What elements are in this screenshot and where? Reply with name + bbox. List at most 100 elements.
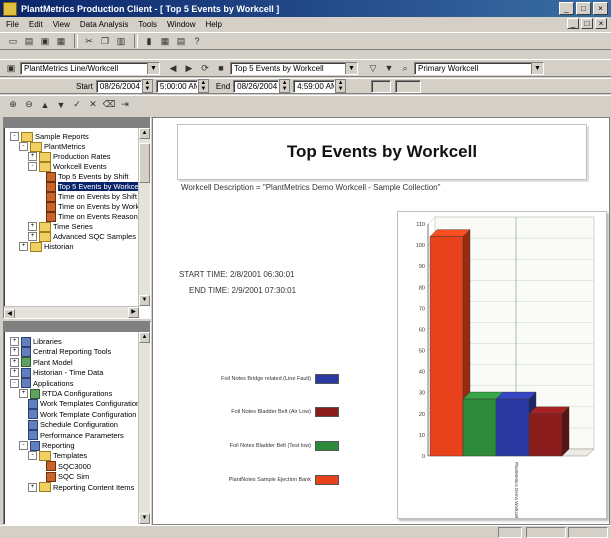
new-icon[interactable]: ▭	[6, 35, 20, 48]
copy-icon[interactable]: ❐	[98, 35, 112, 48]
expand-icon[interactable]: +	[28, 152, 37, 161]
run-icon[interactable]: ■	[214, 62, 228, 75]
start-date-field[interactable]: 08/26/2004	[95, 79, 142, 93]
close-report-icon[interactable]: ✕	[86, 98, 100, 111]
menu-edit[interactable]: Edit	[29, 20, 43, 29]
tree-node[interactable]: + Central Reporting Tools	[10, 346, 111, 357]
menu-help[interactable]: Help	[206, 20, 222, 29]
tree-node[interactable]: + Production Rates	[28, 151, 111, 162]
interval-unit-field[interactable]	[395, 79, 422, 93]
expand-icon[interactable]: +	[28, 232, 37, 241]
workcell-combo[interactable]: PlantMetrics Line/Workcell ▼	[20, 61, 160, 75]
tree-node[interactable]: + Historian - Time Data	[10, 367, 103, 378]
tree-node[interactable]: SQC Sim	[37, 471, 89, 482]
start-time-spinner[interactable]: ▲ ▼	[197, 79, 209, 93]
refresh-icon[interactable]: ⟳	[198, 62, 212, 75]
paste-icon[interactable]: ▥	[114, 35, 128, 48]
cut-icon[interactable]: ✂	[82, 35, 96, 48]
maximize-button[interactable]: □	[576, 2, 591, 15]
end-date-spinner[interactable]: ▲ ▼	[279, 79, 291, 93]
tree-node[interactable]: SQC3000	[37, 461, 91, 472]
config-combo[interactable]: Primary Workcell ▼	[414, 61, 544, 75]
end-time-field[interactable]: 4:59:00 AM	[293, 79, 336, 93]
collapse-icon[interactable]: -	[28, 451, 37, 461]
tree-node[interactable]: Work Templates Configuration	[19, 398, 140, 409]
mdi-close-button[interactable]: ×	[595, 18, 607, 29]
expand-icon[interactable]: +	[28, 482, 37, 492]
down-arrow-icon[interactable]: ▼	[54, 98, 68, 111]
tree-node[interactable]: - Workcell Events	[28, 161, 107, 172]
end-date-field[interactable]: 08/26/2004	[233, 79, 280, 93]
open-icon[interactable]: ▤	[22, 35, 36, 48]
tree-node[interactable]: Time on Events Reason	[37, 211, 138, 222]
up-arrow-icon[interactable]: ▲	[38, 98, 52, 111]
tree-node[interactable]: Performance Parameters	[19, 430, 124, 441]
menu-data-analysis[interactable]: Data Analysis	[80, 20, 128, 29]
tree-node[interactable]: Time on Events by Workcell	[37, 201, 150, 212]
menu-view[interactable]: View	[53, 20, 70, 29]
collapse-icon[interactable]: -	[10, 132, 19, 141]
tree-node[interactable]: + Libraries	[10, 336, 62, 347]
tree-node[interactable]: Top 5 Events by Shift	[37, 171, 128, 182]
start-time-field[interactable]: 5:00:00 AM	[155, 79, 198, 93]
help-icon[interactable]: ?	[190, 35, 204, 48]
folder-icon	[39, 231, 51, 242]
report-tree-hscrollbar[interactable]: ◀ ▶	[4, 306, 139, 318]
system-tree-scrollbar[interactable]: ▲ ▼	[138, 332, 150, 524]
tree-node[interactable]: Time on Events by Shift	[37, 191, 137, 202]
save-icon[interactable]: ▣	[38, 35, 52, 48]
tree-node[interactable]: Top 5 Events by Workcell	[37, 181, 143, 192]
collapse-icon[interactable]: -	[10, 378, 19, 388]
zoom-icon[interactable]: ⊕	[6, 98, 20, 111]
search-icon[interactable]: ⌕	[398, 62, 412, 75]
collapse-icon[interactable]: -	[28, 162, 37, 171]
interval-field[interactable]	[371, 79, 392, 93]
expand-icon[interactable]: +	[10, 337, 19, 346]
tree-node[interactable]: + RTDA Configurations	[19, 388, 112, 399]
expand-icon[interactable]: +	[28, 222, 37, 231]
minimize-button[interactable]: _	[559, 2, 574, 15]
window-titlebar[interactable]: PlantMetrics Production Client - [ Top 5…	[0, 0, 611, 17]
tree-node[interactable]: + Advanced SQC Samples	[28, 231, 136, 242]
menu-tools[interactable]: Tools	[138, 20, 157, 29]
tree-node[interactable]: - Reporting	[19, 440, 75, 451]
expand-icon[interactable]: +	[10, 368, 19, 378]
tree-node[interactable]: - Applications	[10, 378, 73, 389]
report-combo[interactable]: Top 5 Events by Workcell ▼	[230, 61, 358, 75]
close-button[interactable]: ×	[593, 2, 608, 15]
tree-node[interactable]: + Reporting Content Items	[28, 482, 134, 493]
tree-node[interactable]: - Sample Reports	[10, 131, 89, 142]
collapse-icon[interactable]: -	[19, 441, 28, 450]
tree-node[interactable]: Work Template Configuration	[19, 409, 136, 420]
tree-node[interactable]: - Templates	[28, 450, 87, 461]
menu-file[interactable]: File	[6, 20, 19, 29]
mdi-minimize-button[interactable]: _	[567, 18, 579, 29]
back-icon[interactable]: ◀	[166, 62, 180, 75]
report-tree-scrollbar[interactable]: ▲ ▼	[138, 128, 150, 306]
print-icon[interactable]: ▦	[54, 35, 68, 48]
funnel-icon[interactable]: ▼	[382, 62, 396, 75]
menu-window[interactable]: Window	[167, 20, 195, 29]
zoom-out-icon[interactable]: ⊖	[22, 98, 36, 111]
expand-icon[interactable]: +	[19, 242, 28, 251]
expand-icon[interactable]: +	[10, 347, 19, 357]
mdi-restore-button[interactable]: □	[581, 18, 593, 29]
export-icon[interactable]: ⇥	[118, 98, 132, 111]
tree-node[interactable]: + Historian	[19, 241, 74, 252]
tree-node[interactable]: - PlantMetrics	[19, 141, 85, 152]
delete-icon[interactable]: ⌫	[102, 98, 116, 111]
end-time-spinner[interactable]: ▲ ▼	[335, 79, 347, 93]
tree-node[interactable]: Schedule Configuration	[19, 419, 118, 430]
expand-icon[interactable]: +	[10, 357, 19, 367]
table-icon[interactable]: ▦	[158, 35, 172, 48]
filter-icon[interactable]: ▽	[366, 62, 380, 75]
tree-node[interactable]: + Plant Model	[10, 357, 73, 368]
expand-icon[interactable]: +	[19, 389, 28, 398]
tree-node[interactable]: + Time Series	[28, 221, 93, 232]
collapse-icon[interactable]: -	[19, 142, 28, 151]
chart-icon[interactable]: ▮	[142, 35, 156, 48]
properties-icon[interactable]: ▤	[174, 35, 188, 48]
start-date-spinner[interactable]: ▲ ▼	[141, 79, 153, 93]
check-icon[interactable]: ✓	[70, 98, 84, 111]
forward-icon[interactable]: ▶	[182, 62, 196, 75]
